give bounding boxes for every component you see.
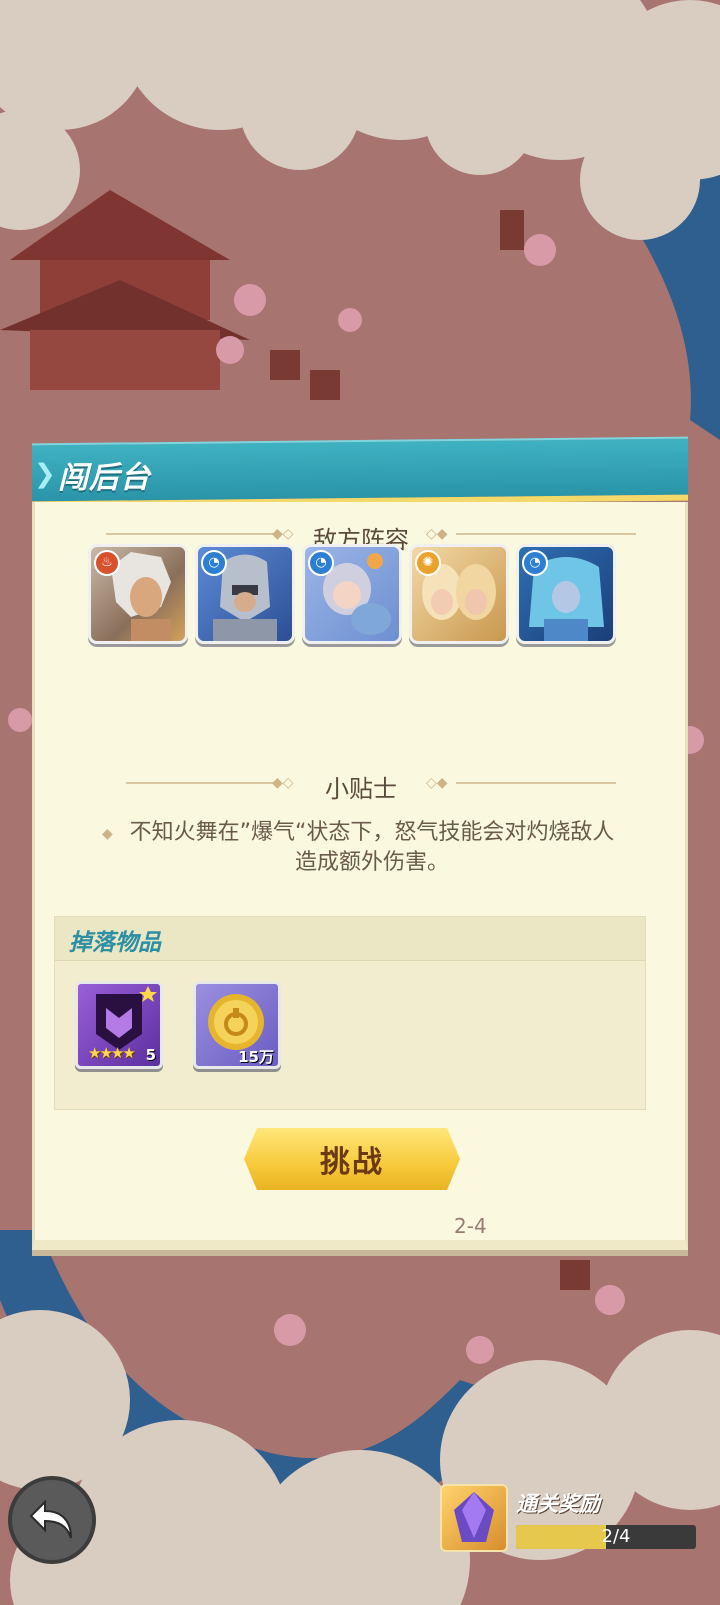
fire-element-icon: ♨ [94,550,120,576]
drop-quantity: 5 [145,1046,156,1064]
challenge-button[interactable]: 挑战 [244,1128,460,1190]
star-rating: ★★★★ [88,1044,136,1062]
enemy-hero-2[interactable]: ◔ [195,544,295,644]
bullet-diamond-icon: ◆ [102,826,113,842]
chevron-right-icon: ❯ [34,459,56,490]
drop-quantity: 15万 [238,1048,274,1066]
drop-item-emblem[interactable]: ★★★★ 5 [75,981,163,1069]
back-arrow-icon [29,1499,72,1539]
crystal-chest-icon [454,1492,494,1542]
enemy-hero-3[interactable]: ◔ [302,544,402,644]
clear-reward-icon[interactable] [440,1484,508,1552]
clear-reward-label: 通关奖励 [516,1492,600,1516]
dialog-title: 闯后台 [58,460,151,497]
challenge-button-label: 挑战 [320,1145,384,1180]
clear-reward-progress-bar: 2/4 [516,1525,696,1549]
dialog-header: ❯ 闯后台 [32,436,688,508]
enemy-hero-1[interactable]: ♨ [88,544,188,644]
enemy-hero-5[interactable]: ◔ [516,544,616,644]
tip-text: 不知火舞在”爆气“状态下，怒气技能会对灼烧敌人造成额外伤害。 [129,820,615,875]
drops-header: 掉落物品 [55,917,645,961]
water-element-icon: ◔ [201,550,227,576]
enemy-hero-4[interactable]: ✺ [409,544,509,644]
light-element-icon: ✺ [415,550,441,576]
back-button[interactable] [8,1476,96,1564]
stage-label: 2-4 [454,1214,487,1238]
drops-title: 掉落物品 [69,930,161,956]
water-element-icon: ◔ [522,550,548,576]
tip-section-heading: ◆◇ ◇◆ 小贴士 [36,763,686,803]
drop-item-gold[interactable]: 15万 [193,981,281,1069]
tip-section-title: 小贴士 [325,775,397,803]
clear-reward-progress-text: 2/4 [601,1526,631,1547]
drops-panel: 掉落物品 ★★★★ 5 15万 [54,916,646,1110]
water-element-icon: ◔ [308,550,334,576]
